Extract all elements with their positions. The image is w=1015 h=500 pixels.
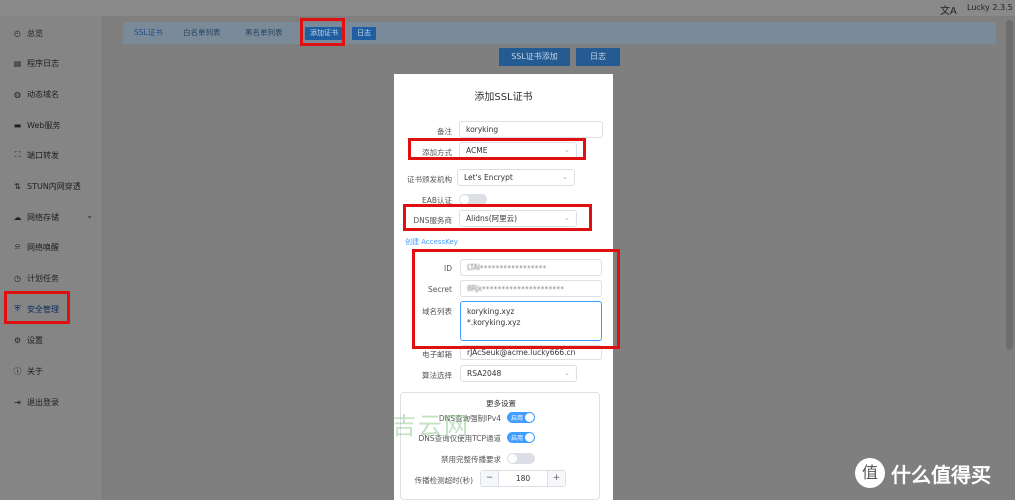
disable-propagation-switch[interactable] [507, 453, 535, 464]
create-accesskey-link[interactable]: 创建 AccessKey [405, 237, 458, 247]
watermark-text: 吉云网 [392, 412, 470, 440]
bell-icon: ⍾ [14, 242, 21, 251]
ca-select[interactable]: Let's Encrypt ⌄ [457, 169, 575, 186]
sidebar-item-label: STUN内网穿透 [27, 181, 81, 191]
tab-whitelist[interactable]: 白名单列表 [183, 27, 221, 38]
highlight-box-dns-provider [403, 204, 592, 231]
sidebar: ◴ 总览 ▤ 程序日志 ◍ 动态域名 ▬ Web服务 ⛶ 端口转发 ⇅ STUN内网穿透 ☁… [0, 16, 103, 500]
sidebar-item-overview[interactable]: ◴ 总览 [0, 20, 103, 46]
ca-value: Let's Encrypt [464, 173, 513, 182]
highlight-box-add-cert-tab [300, 18, 345, 46]
chevron-down-icon: ⌄ [562, 173, 568, 181]
switch-knob [525, 413, 534, 422]
dialog-title: 添加SSL证书 [474, 92, 533, 103]
chevron-down-icon: ⌄ [86, 211, 93, 220]
highlight-box-credentials [412, 249, 620, 349]
algorithm-value: RSA2048 [467, 369, 502, 378]
sidebar-item-storage[interactable]: ☁ 网络存储 ⌄ [0, 204, 103, 230]
arrows-icon: ⇅ [14, 181, 21, 191]
timeout-label: 传播检测超时(秒) [414, 476, 473, 485]
sidebar-item-label: 计划任务 [27, 273, 59, 283]
ca-label: 证书颁发机构 [407, 175, 452, 184]
highlight-box-add-method [408, 138, 586, 160]
dashboard-icon: ◴ [14, 28, 21, 38]
logout-icon: ⇥ [14, 397, 21, 407]
sidebar-item-logout[interactable]: ⇥ 退出登录 [0, 389, 103, 415]
brand-logo-icon: 值 [855, 458, 885, 488]
scrollbar[interactable] [1006, 20, 1013, 350]
cloud-icon: ☁ [13, 212, 22, 222]
switch-state-text: 启用 [511, 415, 524, 422]
sidebar-item-logs[interactable]: ▤ 程序日志 [0, 50, 103, 76]
top-bar: 文A Lucky 2.3.5 [0, 0, 1015, 17]
log-button[interactable]: 日志 [576, 48, 620, 66]
sidebar-item-port-forward[interactable]: ⛶ 端口转发 [0, 142, 103, 168]
sidebar-item-label: 关于 [27, 366, 43, 376]
tab-log[interactable]: 日志 [352, 27, 376, 40]
sidebar-item-label: 动态域名 [27, 89, 59, 99]
sidebar-item-label: 网络存储 [27, 212, 59, 222]
gear-icon: ⚙ [13, 335, 22, 345]
remark-label: 备注 [437, 127, 452, 136]
timeout-value[interactable]: 180 [499, 471, 547, 486]
sidebar-item-label: 网络唤醒 [27, 242, 59, 252]
sidebar-item-web[interactable]: ▬ Web服务 [0, 112, 103, 138]
tab-ssl-cert[interactable]: SSL证书 [134, 27, 163, 38]
dns-tcp-switch[interactable]: 启用 [507, 432, 535, 443]
log-icon: ▤ [13, 58, 22, 68]
algorithm-label: 算法选择 [422, 371, 452, 380]
sidebar-item-wol[interactable]: ⍾ 网络唤醒 [0, 234, 103, 260]
language-icon[interactable]: 文A [940, 2, 957, 17]
globe-icon: ◍ [14, 89, 21, 99]
sidebar-item-about[interactable]: ⓘ 关于 [0, 358, 103, 384]
server-icon: ▬ [13, 120, 22, 130]
clock-icon: ◷ [14, 273, 21, 283]
chevron-down-icon: ⌄ [564, 369, 570, 377]
increment-button[interactable]: + [547, 471, 565, 486]
switch-knob [508, 454, 517, 463]
algorithm-select[interactable]: RSA2048 ⌄ [460, 365, 577, 382]
forward-icon: ⛶ [14, 150, 21, 159]
tab-blacklist[interactable]: 黑名单列表 [245, 27, 283, 38]
remark-input[interactable]: koryking [459, 121, 603, 138]
sidebar-item-label: 程序日志 [27, 58, 59, 68]
brand-watermark: 值 什么值得买 [855, 458, 991, 488]
tab-bar: SSL证书 白名单列表 黑名单列表 添加证书 日志 [123, 22, 996, 44]
sidebar-item-label: Web服务 [27, 120, 61, 130]
dns-ipv4-switch[interactable]: 启用 [507, 412, 535, 423]
highlight-box-security [4, 291, 70, 324]
sidebar-item-stun[interactable]: ⇅ STUN内网穿透 [0, 173, 103, 199]
brand-text: 什么值得买 [891, 462, 991, 487]
sidebar-item-label: 设置 [27, 335, 43, 345]
sidebar-item-label: 退出登录 [27, 397, 59, 407]
sidebar-item-label: 总览 [27, 28, 43, 38]
switch-state-text: 启用 [511, 435, 524, 442]
sidebar-item-label: 端口转发 [27, 150, 59, 160]
disable-propagation-label: 禁用完整传播要求 [441, 455, 501, 464]
info-icon: ⓘ [13, 366, 22, 376]
switch-knob [525, 433, 534, 442]
sidebar-item-settings[interactable]: ⚙ 设置 [0, 327, 103, 353]
timeout-stepper[interactable]: − 180 + [480, 470, 566, 487]
email-label: 电子邮箱 [422, 350, 452, 359]
ssl-add-button[interactable]: SSL证书添加 [499, 48, 570, 66]
sidebar-item-schedule[interactable]: ◷ 计划任务 [0, 265, 103, 291]
decrement-button[interactable]: − [481, 471, 499, 486]
switch-knob [460, 195, 469, 204]
sidebar-item-ddns[interactable]: ◍ 动态域名 [0, 81, 103, 107]
version-label: Lucky 2.3.5 [967, 3, 1013, 12]
